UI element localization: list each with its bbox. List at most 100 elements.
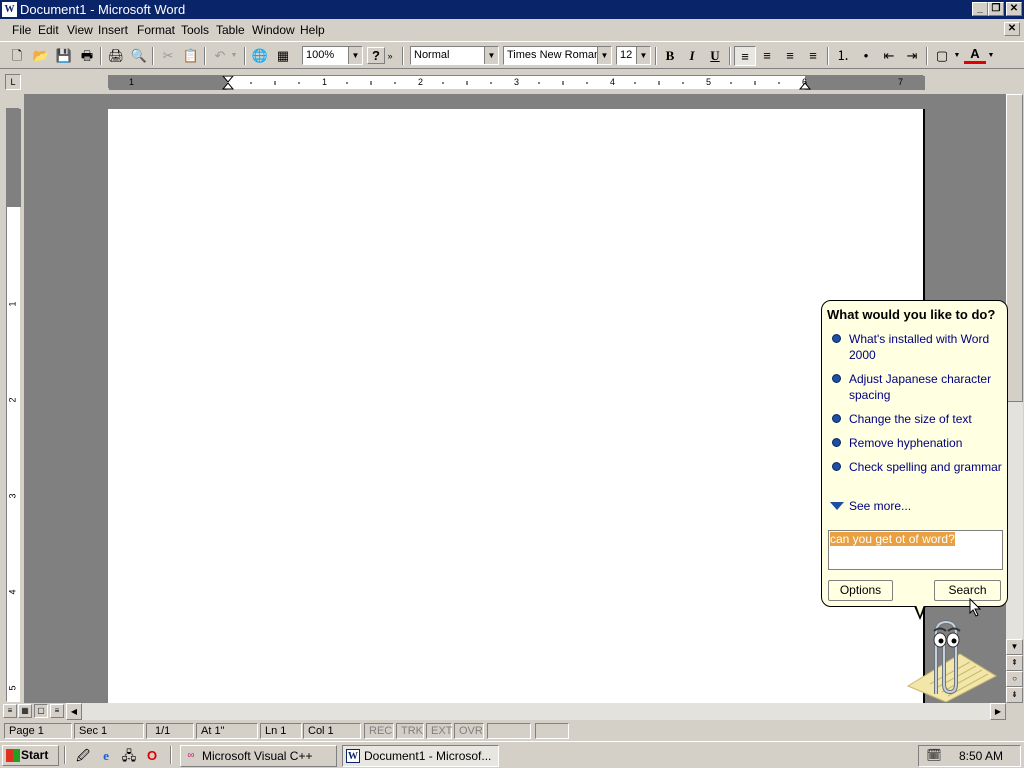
title-bar[interactable]: W Document1 - Microsoft Word _ ❐ ✕	[0, 0, 1024, 19]
menu-edit[interactable]: Edit	[38, 23, 59, 37]
see-more-label[interactable]: See more...	[849, 499, 911, 513]
font-color-dropdown-icon[interactable]: ▼	[986, 46, 996, 66]
underline-button[interactable]: U	[704, 46, 726, 66]
new-document-icon[interactable]: 🗋	[6, 46, 28, 66]
undo-dropdown-icon[interactable]: ▼	[228, 46, 240, 66]
cut-icon[interactable]: ✂	[157, 46, 179, 66]
restore-button[interactable]: ❐	[988, 2, 1004, 16]
bold-button[interactable]: B	[659, 46, 681, 66]
font-size-select[interactable]: 12 ▼	[616, 46, 651, 65]
vertical-scrollbar[interactable]: ▼ ⇞ ○ ⇟	[1006, 94, 1023, 703]
assistant-topic[interactable]: Remove hyphenation	[828, 435, 1004, 451]
justify-icon[interactable]: ≡	[802, 46, 824, 66]
print-icon[interactable]: 🖨	[105, 46, 127, 66]
outline-view-icon[interactable]: ≡	[50, 704, 64, 718]
horizontal-ruler[interactable]: 1 1 2 3 4 5 6 7	[108, 75, 925, 90]
vertical-ruler[interactable]: 1 2 3 4 5	[6, 108, 21, 702]
browse-object-icon[interactable]: ○	[1006, 671, 1023, 687]
next-page-icon[interactable]: ⇟	[1006, 687, 1023, 703]
align-center-icon[interactable]: ≡	[756, 46, 778, 66]
close-button[interactable]: ✕	[1006, 2, 1022, 16]
menu-format[interactable]: Format	[137, 23, 175, 37]
status-rec[interactable]: REC	[364, 723, 394, 739]
ruler-number: 2	[7, 397, 18, 403]
chevron-down-icon[interactable]: ▼	[348, 47, 362, 64]
bullets-icon[interactable]: •	[855, 46, 877, 66]
word-app-icon[interactable]: W	[2, 2, 17, 17]
font-color-icon[interactable]: A	[964, 46, 986, 64]
tab-selector[interactable]: L	[5, 74, 21, 90]
assistant-topic[interactable]: Adjust Japanese character spacing	[828, 371, 1004, 403]
see-more-link[interactable]: See more...	[828, 499, 911, 513]
borders-dropdown-icon[interactable]: ▼	[952, 46, 962, 66]
status-ext[interactable]: EXT	[426, 723, 452, 739]
status-trk[interactable]: TRK	[396, 723, 424, 739]
insert-table-icon[interactable]: ▦	[272, 46, 294, 66]
print-direct-icon[interactable]: 🖶	[76, 46, 98, 66]
style-select[interactable]: Normal ▼	[410, 46, 499, 65]
menu-insert[interactable]: Insert	[98, 23, 128, 37]
menu-view[interactable]: View	[67, 23, 93, 37]
align-right-icon[interactable]: ≡	[779, 46, 801, 66]
search-button[interactable]: Search	[934, 580, 1001, 601]
assistant-topic[interactable]: What's installed with Word 2000	[828, 331, 1004, 363]
assistant-topic[interactable]: Check spelling and grammar	[828, 459, 1004, 475]
task-word-document[interactable]: W Document1 - Microsof...	[342, 745, 499, 767]
opera-icon[interactable]: O	[143, 747, 161, 765]
topic-label[interactable]: What's installed with Word 2000	[849, 332, 989, 362]
options-button[interactable]: Options	[828, 580, 893, 601]
open-folder-icon[interactable]: 📂	[30, 46, 52, 66]
office-assistant-balloon: What would you like to do? What's instal…	[821, 300, 1008, 620]
italic-button[interactable]: I	[681, 46, 703, 66]
task-visual-cpp[interactable]: ∞ Microsoft Visual C++	[180, 745, 337, 767]
horizontal-scrollbar[interactable]: ◀ ▶	[66, 703, 1006, 720]
scroll-right-icon[interactable]: ▶	[990, 703, 1006, 720]
clippy-assistant-icon[interactable]	[900, 614, 1000, 702]
overflow-chevron-icon[interactable]: »	[385, 46, 395, 66]
chevron-down-icon[interactable]: ▼	[484, 47, 498, 64]
topic-label[interactable]: Adjust Japanese character spacing	[849, 372, 991, 402]
web-toolbar-icon[interactable]: 🌐	[249, 46, 271, 66]
chevron-down-icon[interactable]: ▼	[597, 47, 611, 64]
document-page[interactable]	[108, 109, 925, 703]
decrease-indent-icon[interactable]: ⇤	[878, 46, 900, 66]
status-ovr[interactable]: OVR	[454, 723, 484, 739]
font-select[interactable]: Times New Roman ▼	[503, 46, 612, 65]
scroll-left-icon[interactable]: ◀	[66, 703, 82, 720]
normal-view-icon[interactable]: ≡	[3, 704, 17, 718]
assistant-topic[interactable]: Change the size of text	[828, 411, 1004, 427]
numbering-icon[interactable]: ⒈	[832, 46, 854, 66]
align-left-icon[interactable]: ≡	[734, 46, 756, 66]
network-icon[interactable]: 🖧	[120, 747, 138, 765]
borders-icon[interactable]: ▢	[931, 46, 953, 66]
print-preview-icon[interactable]: 🔍	[128, 46, 150, 66]
topic-label[interactable]: Remove hyphenation	[849, 436, 962, 450]
clock[interactable]: 8:50 AM	[959, 749, 1003, 763]
increase-indent-icon[interactable]: ⇥	[901, 46, 923, 66]
zoom-select[interactable]: 100% ▼	[302, 46, 363, 65]
print-layout-view-icon[interactable]: ▢	[34, 704, 48, 718]
previous-page-icon[interactable]: ⇞	[1006, 655, 1023, 671]
menu-window[interactable]: Window	[252, 23, 295, 37]
menu-help[interactable]: Help	[300, 23, 325, 37]
assistant-query-input[interactable]: can you get ot of word?	[828, 530, 1003, 570]
menu-table[interactable]: Table	[216, 23, 245, 37]
menu-file[interactable]: File	[12, 23, 31, 37]
scheduler-icon[interactable]: 🗓	[925, 748, 943, 764]
show-desktop-icon[interactable]: 🖉	[74, 747, 92, 765]
topic-label[interactable]: Check spelling and grammar	[849, 460, 1002, 474]
help-icon[interactable]: ?	[367, 47, 385, 64]
vertical-scroll-thumb[interactable]	[1006, 94, 1023, 402]
chevron-down-icon[interactable]: ▼	[636, 47, 650, 64]
paste-icon[interactable]: 📋	[180, 46, 202, 66]
topic-label[interactable]: Change the size of text	[849, 412, 972, 426]
scroll-down-icon[interactable]: ▼	[1006, 639, 1023, 655]
minimize-button[interactable]: _	[972, 2, 988, 16]
document-close-button[interactable]: ✕	[1004, 22, 1020, 36]
menu-tools[interactable]: Tools	[181, 23, 209, 37]
visual-cpp-icon: ∞	[187, 750, 195, 761]
web-layout-view-icon[interactable]: ▦	[18, 704, 32, 718]
internet-explorer-icon[interactable]: e	[97, 747, 115, 765]
start-button[interactable]: Start	[2, 745, 59, 766]
save-icon[interactable]: 💾	[53, 46, 75, 66]
